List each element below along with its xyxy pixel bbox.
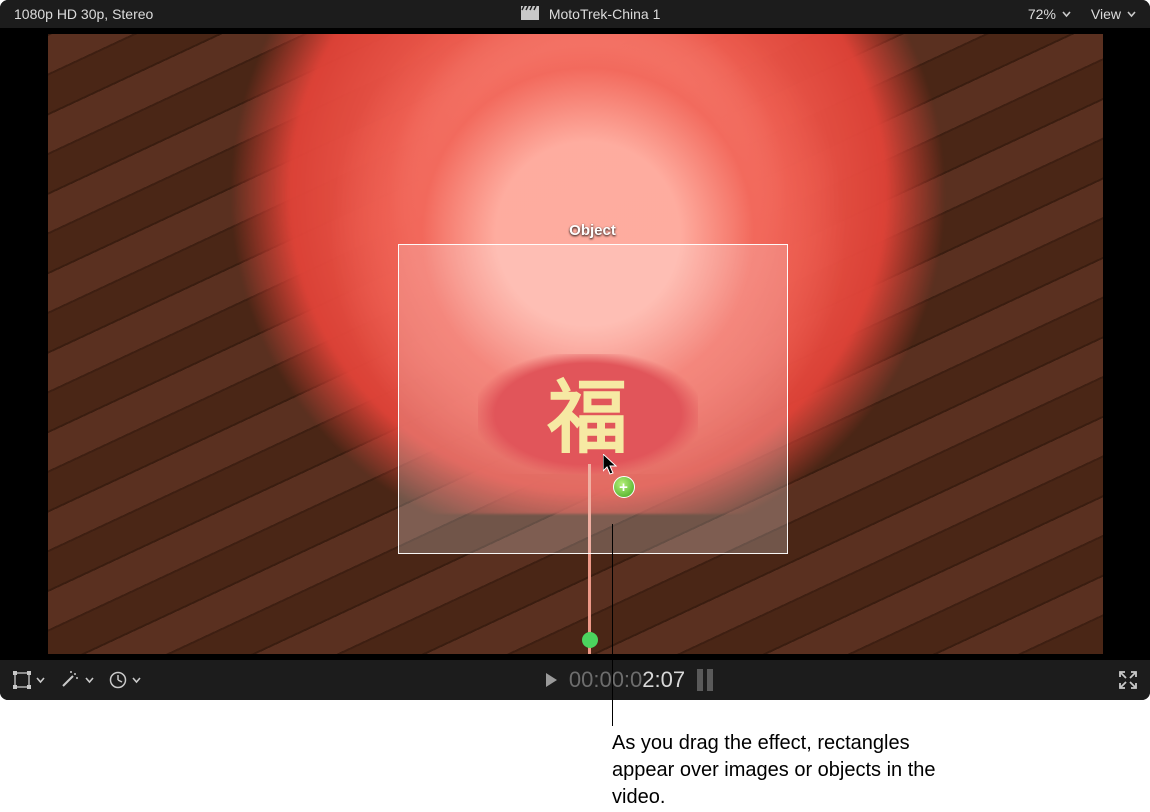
transform-tool[interactable] xyxy=(12,670,45,690)
callout-line xyxy=(612,524,613,726)
video-frame[interactable]: Object + xyxy=(48,34,1103,654)
chevron-down-icon xyxy=(132,676,141,685)
fullscreen-button[interactable] xyxy=(1118,670,1138,690)
chevron-down-icon xyxy=(36,676,45,685)
play-icon[interactable] xyxy=(546,673,557,687)
view-label: View xyxy=(1091,6,1121,22)
clapperboard-icon xyxy=(521,6,539,23)
viewer-canvas-area[interactable]: Object + xyxy=(0,29,1150,659)
retime-tool[interactable] xyxy=(108,670,141,690)
view-dropdown[interactable]: View xyxy=(1091,6,1136,22)
object-selection-rect[interactable] xyxy=(398,244,788,554)
timecode-area: 00:00:02:07 xyxy=(155,667,1104,693)
zoom-dropdown[interactable]: 72% xyxy=(1028,6,1071,22)
chevron-down-icon xyxy=(1127,10,1136,19)
pause-icon[interactable] xyxy=(697,669,713,691)
viewer-top-bar: 1080p HD 30p, Stereo MotoTrek-China 1 72… xyxy=(0,0,1150,29)
help-annotation: As you drag the effect, rectangles appea… xyxy=(0,700,1150,810)
zoom-value: 72% xyxy=(1028,6,1056,22)
project-title: MotoTrek-China 1 xyxy=(549,6,661,22)
format-readout: 1080p HD 30p, Stereo xyxy=(14,6,153,22)
viewer-bottom-bar: 00:00:02:07 xyxy=(0,659,1150,700)
callout-text: As you drag the effect, rectangles appea… xyxy=(612,730,972,811)
object-selection-label: Object xyxy=(398,222,788,239)
chevron-down-icon xyxy=(1062,10,1071,19)
project-title-area: MotoTrek-China 1 xyxy=(153,6,1028,23)
enhance-tool[interactable] xyxy=(59,670,94,690)
timecode-bright: 2:07 xyxy=(642,667,685,692)
timecode-dim: 00:00:0 xyxy=(569,667,642,692)
video-editor-viewer: 1080p HD 30p, Stereo MotoTrek-China 1 72… xyxy=(0,0,1150,700)
green-bead xyxy=(582,632,598,648)
plus-add-icon: + xyxy=(613,476,635,498)
cursor-icon xyxy=(603,454,619,476)
chevron-down-icon xyxy=(85,676,94,685)
